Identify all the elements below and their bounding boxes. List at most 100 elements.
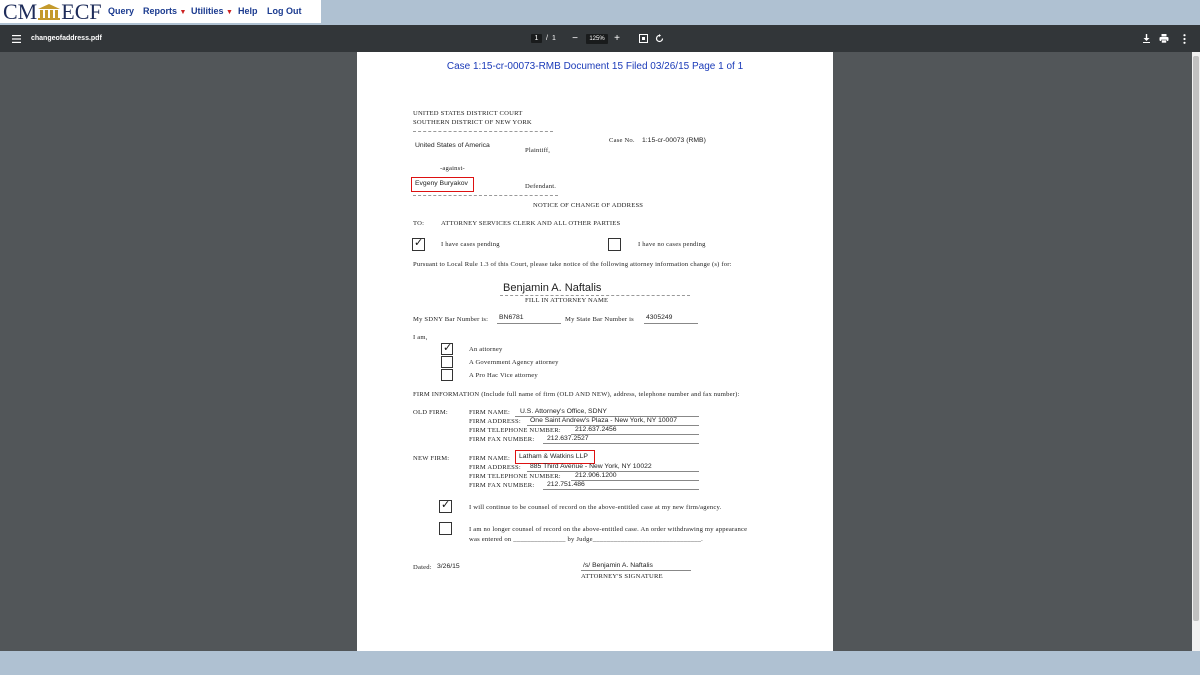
page-number-input[interactable]: 1 — [531, 25, 542, 52]
divider — [413, 195, 558, 196]
divider — [413, 131, 553, 132]
menu-help[interactable]: Help — [238, 6, 258, 16]
menu-query[interactable]: Query — [108, 6, 134, 16]
underline — [543, 489, 699, 490]
print-icon[interactable] — [1158, 25, 1170, 52]
checkmark-icon: ✓ — [443, 341, 453, 354]
caret-down-icon: ▼ — [179, 9, 187, 16]
attorney-checkbox[interactable]: ✓ — [441, 341, 453, 355]
no-longer-counsel-text: I am no longer counsel of record on the … — [469, 526, 748, 533]
plaintiff-name: United States of America — [415, 142, 490, 149]
more-options-icon[interactable] — [1178, 25, 1190, 52]
logo-text-left: CM — [3, 0, 38, 24]
no-cases-pending-checkbox[interactable] — [608, 238, 621, 251]
underline — [543, 443, 699, 444]
download-icon[interactable] — [1140, 25, 1152, 52]
cases-pending-label: I have cases pending — [441, 241, 500, 248]
cmecf-logo: CM ECF — [3, 1, 102, 23]
signature-label: ATTORNEY'S SIGNATURE — [581, 573, 663, 580]
against-text: -against- — [440, 165, 465, 172]
logo-text-right: ECF — [61, 0, 102, 24]
old-firm-tel-label: FIRM TELEPHONE NUMBER: — [469, 427, 561, 434]
menu-utilities-label: Utilities — [191, 6, 224, 16]
menu-reports[interactable]: Reports ▼ — [143, 6, 186, 16]
fill-in-attorney-label: FILL IN ATTORNEY NAME — [525, 297, 609, 304]
new-firm-tel-label: FIRM TELEPHONE NUMBER: — [469, 473, 561, 480]
old-firm-fax-label: FIRM FAX NUMBER: — [469, 436, 535, 443]
old-firm-name: U.S. Attorney's Office, SDNY — [520, 408, 607, 415]
menu-reports-label: Reports — [143, 6, 178, 16]
new-firm-address: 885 Third Avenue - New York, NY 10022 — [530, 463, 652, 470]
continue-counsel-text: I will continue to be counsel of record … — [469, 504, 722, 511]
case-no-value: 1:15-cr-00073 (RMB) — [642, 137, 706, 144]
new-firm-fax-label: FIRM FAX NUMBER: — [469, 482, 535, 489]
old-firm-tel: 212.637.2456 — [575, 426, 617, 433]
entered-on-text: was entered on _______________ by Judge_… — [469, 536, 703, 543]
courthouse-icon — [38, 4, 61, 20]
cases-pending-checkbox[interactable]: ✓ — [412, 236, 425, 251]
pdf-page: Case 1:15-cr-00073-RMB Document 15 Filed… — [357, 52, 833, 651]
menu-utilities[interactable]: Utilities ▼ — [191, 6, 233, 16]
new-firm-tel: 212.906.1200 — [575, 472, 617, 479]
firm-info-text: FIRM INFORMATION (Include full name of f… — [413, 391, 740, 398]
i-am-label: I am, — [413, 334, 428, 341]
new-firm-address-label: FIRM ADDRESS: — [469, 464, 521, 471]
sdny-bar-value: BN6781 — [499, 314, 524, 321]
no-longer-counsel-checkbox[interactable] — [439, 522, 452, 535]
scrollbar-thumb[interactable] — [1193, 56, 1199, 621]
scrollbar[interactable] — [1192, 52, 1200, 651]
old-firm-name-label: FIRM NAME: — [469, 409, 511, 416]
underline — [571, 480, 699, 481]
zoom-in-icon[interactable]: + — [612, 25, 622, 52]
attorney-option-label: An attorney — [469, 346, 503, 353]
dated-value: 3/26/15 — [437, 563, 460, 570]
to-label: TO: — [413, 220, 425, 227]
case-no-label: Case No. — [609, 137, 635, 144]
pursuant-text: Pursuant to Local Rule 1.3 of this Court… — [413, 261, 732, 268]
zoom-out-icon[interactable]: − — [570, 25, 580, 52]
signature-line — [581, 570, 691, 571]
court-name-line2: SOUTHERN DISTRICT OF NEW YORK — [413, 119, 532, 126]
plaintiff-label: Plaintiff, — [525, 147, 551, 154]
page-current[interactable]: 1 — [531, 34, 542, 43]
underline — [497, 323, 561, 324]
pro-hac-vice-checkbox[interactable] — [441, 369, 453, 381]
continue-counsel-checkbox[interactable]: ✓ — [439, 498, 452, 513]
old-firm-address: One Saint Andrew's Plaza - New York, NY … — [530, 417, 678, 424]
gov-attorney-checkbox[interactable] — [441, 356, 453, 368]
pdf-filename: changeofaddress.pdf — [31, 35, 102, 42]
notice-title: NOTICE OF CHANGE OF ADDRESS — [533, 202, 644, 209]
sdny-bar-label: My SDNY Bar Number is: — [413, 316, 489, 323]
attorney-name-line — [500, 295, 690, 296]
new-firm-label: NEW FIRM: — [413, 455, 450, 462]
defendant-label: Defendant. — [525, 183, 557, 190]
ecf-header-stamp: Case 1:15-cr-00073-RMB Document 15 Filed… — [446, 61, 744, 72]
defendant-name: Evgeny Buryakov — [415, 180, 468, 187]
menu-logout[interactable]: Log Out — [267, 6, 302, 16]
to-text: ATTORNEY SERVICES CLERK AND ALL OTHER PA… — [441, 220, 621, 227]
court-name-line1: UNITED STATES DISTRICT COURT — [413, 110, 523, 117]
pdf-toolbar: changeofaddress.pdf 1 / 1 − 125% + — [0, 25, 1200, 52]
no-cases-pending-label: I have no cases pending — [638, 241, 706, 248]
page-total: 1 — [552, 35, 556, 42]
caret-down-icon: ▼ — [226, 9, 233, 16]
zoom-level[interactable]: 125% — [586, 25, 608, 52]
cmecf-nav-bar: CM ECF Query Reports ▼ Utilities ▼ Help L… — [0, 0, 321, 23]
new-firm-fax: 212.751.486 — [547, 481, 585, 488]
attorney-name: Benjamin A. Naftalis — [503, 282, 602, 294]
gov-attorney-label: A Government Agency attorney — [469, 359, 559, 366]
old-firm-fax: 212.637.2527 — [547, 435, 589, 442]
state-bar-value: 4305249 — [646, 314, 673, 321]
state-bar-label: My State Bar Number is — [565, 316, 634, 323]
rotate-icon[interactable] — [653, 25, 665, 52]
page-separator: / — [546, 35, 548, 42]
menu-hamburger-icon[interactable] — [8, 25, 24, 52]
pro-hac-vice-label: A Pro Hac Vice attorney — [469, 372, 538, 379]
zoom-value[interactable]: 125% — [586, 33, 608, 44]
underline — [644, 323, 698, 324]
old-firm-address-label: FIRM ADDRESS: — [469, 418, 521, 425]
fit-page-icon[interactable] — [637, 25, 649, 52]
new-firm-name-label: FIRM NAME: — [469, 455, 511, 462]
old-firm-label: OLD FIRM: — [413, 409, 448, 416]
checkmark-icon: ✓ — [441, 498, 451, 511]
